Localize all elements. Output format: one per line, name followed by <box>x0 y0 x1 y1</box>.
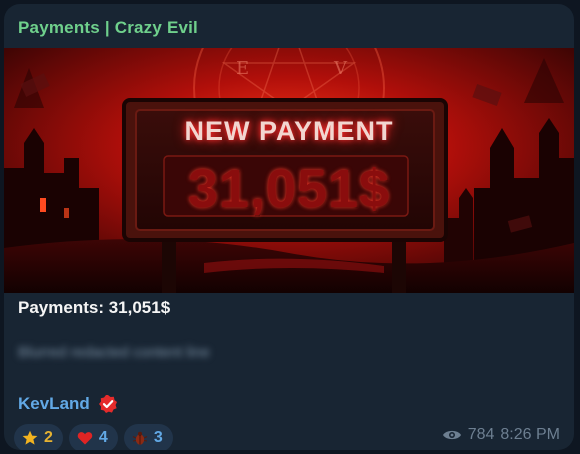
banner-amount: 31,051$ <box>187 159 391 219</box>
reaction-count: 2 <box>44 429 53 446</box>
beetle-icon <box>132 430 148 446</box>
eye-icon <box>442 428 462 442</box>
reaction-beetle[interactable]: 3 <box>123 424 173 450</box>
message-time: 8:26 PM <box>500 426 560 443</box>
reaction-star[interactable]: 2 <box>14 424 63 450</box>
message-bubble: Payments | Crazy Evil E V NEW PAYMENT 31… <box>4 4 574 450</box>
message-meta: 784 8:26 PM <box>442 426 560 444</box>
channel-title[interactable]: Payments | Crazy Evil <box>18 18 198 38</box>
author-signature: KevLand <box>18 394 118 414</box>
blurred-text: Blurred redacted content line <box>18 344 210 361</box>
reaction-count: 4 <box>98 429 108 446</box>
red-heart-icon <box>77 430 93 446</box>
message-image[interactable]: E V NEW PAYMENT 31,051$ <box>4 48 574 293</box>
view-count: 784 <box>467 426 495 443</box>
message-caption: Payments: 31,051$ <box>18 298 171 317</box>
reaction-heart[interactable]: 4 <box>68 424 118 450</box>
banner-headline: NEW PAYMENT <box>184 116 394 146</box>
author-name[interactable]: KevLand <box>18 394 90 414</box>
reactions-bar: 2 4 3 <box>14 424 173 450</box>
seal-letter: V <box>333 58 348 79</box>
reaction-count: 3 <box>153 429 163 446</box>
star-icon <box>22 430 38 446</box>
seal-letter: E <box>236 58 249 79</box>
verified-badge-icon <box>98 394 118 414</box>
